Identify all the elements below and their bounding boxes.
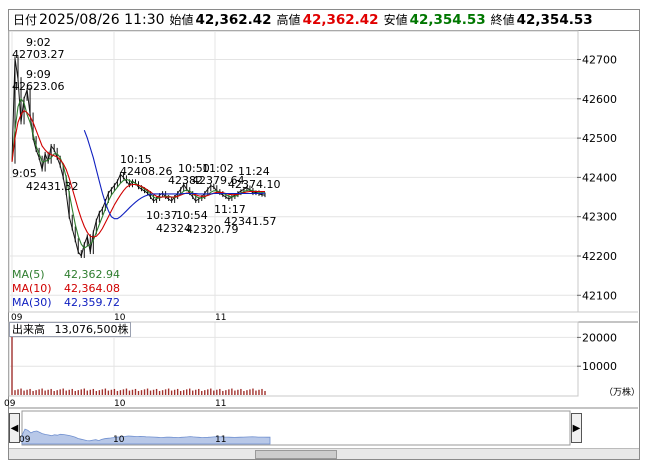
price-tick-label: 42600 (582, 93, 617, 106)
annotation-value: 42408.26 (120, 165, 173, 178)
annotation-time: 10:37 (146, 209, 178, 222)
volume-label: 出来高 (12, 323, 45, 336)
annotation-value: 42431.32 (26, 180, 79, 193)
annotation-value: 42374.10 (228, 178, 281, 191)
annotation-time: 10:54 (176, 209, 208, 222)
volume-legend: 出来高 13,076,500株 (9, 322, 132, 337)
scrollbar-thumb[interactable] (255, 450, 337, 459)
price-tick-label: 42300 (582, 211, 617, 224)
overview-time-label: 09 (19, 435, 31, 445)
volume-value: 13,076,500株 (54, 323, 129, 336)
volume-tick-label: 10000 (582, 360, 617, 373)
ma10-value: 42,364.08 (64, 282, 120, 295)
annotation-value: 42623.06 (12, 80, 65, 93)
price-tick-label: 42100 (582, 289, 617, 302)
price-tick-label: 42500 (582, 132, 617, 145)
volume-tick-label: 20000 (582, 331, 617, 344)
price-tick-label: 42700 (582, 54, 617, 67)
arrow-right-icon: ▶ (572, 422, 581, 434)
price-tick-label: 42200 (582, 250, 617, 263)
ma10-legend: MA(10) 42,364.08 (12, 282, 120, 296)
ma30-legend: MA(30) 42,359.72 (12, 296, 120, 310)
arrow-left-icon: ◀ (10, 422, 19, 434)
overview-time-label: 10 (113, 435, 125, 445)
annotation-value: 42341.57 (224, 215, 277, 228)
annotation-value: 42703.27 (12, 48, 65, 61)
ma10-label: MA(10) (12, 282, 52, 295)
volume-grid (10, 336, 577, 367)
price-chart: 42100422004230042400425004260042700 0909… (4, 30, 638, 446)
overview-scroll-left-button[interactable]: ◀ (9, 413, 20, 443)
horizontal-scrollbar[interactable] (9, 448, 639, 459)
annotation-time: 9:05 (12, 167, 37, 180)
annotation-time: 11:24 (238, 165, 270, 178)
overview-time-label: 11 (215, 435, 226, 445)
overview-scroll-right-button[interactable]: ▶ (571, 413, 582, 443)
ma5-legend: MA(5) 42,362.94 (12, 268, 120, 282)
volume-axis: 20000 10000 (577, 331, 617, 373)
ma5-value: 42,362.94 (64, 268, 120, 281)
annotations: 9:0242703.279:0942623.069:0542431.3210:1… (12, 36, 281, 236)
ma30-value: 42,359.72 (64, 296, 120, 309)
price-grid (10, 32, 577, 396)
ma30-label: MA(30) (12, 296, 52, 309)
price-tick-label: 42400 (582, 171, 617, 184)
price-axis: 42100 42200 42300 42400 42500 42600 42700 (577, 54, 617, 302)
volume-unit: （万株） (604, 388, 641, 398)
ma5-label: MA(5) (12, 268, 45, 281)
